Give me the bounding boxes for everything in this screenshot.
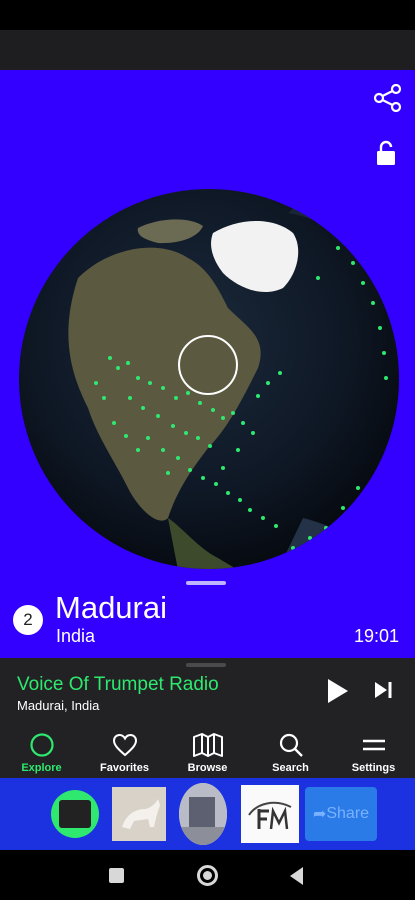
recents-icon[interactable] (109, 868, 124, 883)
unlock-icon[interactable] (375, 140, 397, 166)
map-icon (192, 732, 224, 758)
app-top-bar (0, 30, 415, 70)
mini-player[interactable]: Voice Of Trumpet Radio Madurai, India (0, 658, 415, 718)
share-arrow-icon: ➦ (312, 806, 327, 823)
play-icon[interactable] (326, 678, 350, 704)
status-bar (0, 0, 415, 30)
share-icon[interactable] (373, 84, 403, 112)
promo-share-label: Share (326, 805, 370, 822)
drag-handle[interactable] (186, 581, 226, 585)
home-icon[interactable] (197, 865, 218, 886)
search-icon (278, 732, 304, 758)
promo-app-radio[interactable] (51, 790, 99, 838)
station-location: Madurai, India (17, 698, 100, 713)
menu-icon (361, 732, 387, 758)
globe-view[interactable] (0, 70, 415, 575)
player-drag-handle[interactable] (186, 663, 226, 667)
tab-browse[interactable]: Browse (166, 718, 249, 778)
local-time: 19:01 (353, 626, 399, 646)
heart-icon (112, 732, 138, 758)
tab-label: Search (272, 762, 309, 774)
tab-search[interactable]: Search (249, 718, 332, 778)
tab-label: Browse (187, 762, 228, 774)
selection-ring (178, 335, 238, 395)
tab-settings[interactable]: Settings (332, 718, 415, 778)
circle-icon (29, 732, 55, 758)
station-name: Voice Of Trumpet Radio (17, 674, 219, 695)
promo-app-horse[interactable] (112, 787, 166, 841)
station-count-badge: 2 (13, 605, 43, 635)
city-panel[interactable]: 2 Madurai India 19:01 (0, 575, 415, 658)
promo-app-fm[interactable] (241, 785, 299, 843)
back-icon[interactable] (290, 867, 303, 885)
skip-next-icon[interactable] (374, 681, 394, 699)
promo-share-button[interactable]: ➦ Share (305, 787, 377, 841)
tab-label: Favorites (100, 762, 149, 774)
country-name: India (56, 626, 96, 646)
tab-favorites[interactable]: Favorites (83, 718, 166, 778)
promo-app-scene[interactable] (179, 783, 227, 845)
city-name: Madurai (55, 590, 167, 625)
tab-label: Explore (21, 762, 62, 774)
tab-explore[interactable]: Explore (0, 718, 83, 778)
bottom-tab-bar: Explore Favorites Browse Search Settings (0, 718, 415, 778)
tab-label: Settings (351, 762, 396, 774)
system-nav-bar (0, 850, 415, 900)
promo-banner[interactable]: ➦ Share (0, 778, 415, 850)
